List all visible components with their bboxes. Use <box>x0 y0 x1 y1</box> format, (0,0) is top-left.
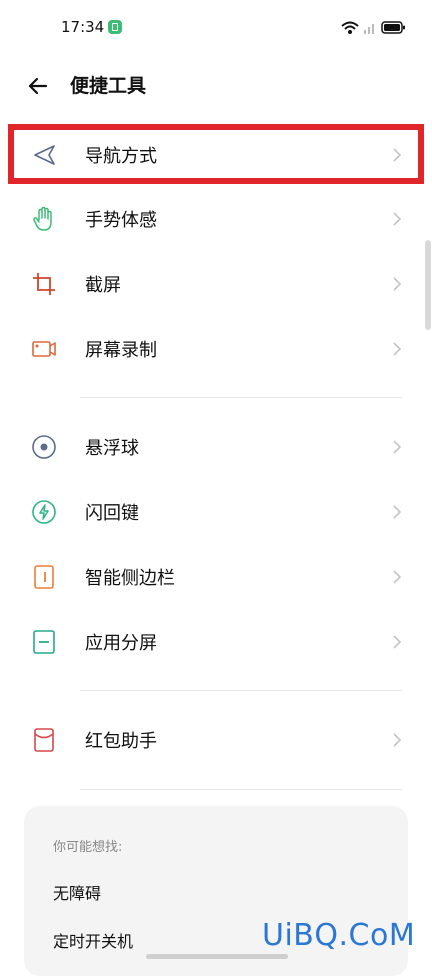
list-item-screen-record[interactable]: 屏幕录制 <box>0 317 432 381</box>
suggestion-title: 你可能想找: <box>53 840 123 855</box>
chevron-right-icon <box>393 277 402 291</box>
list-item-label: 红包助手 <box>85 731 157 752</box>
home-indicator[interactable] <box>146 954 288 959</box>
list-item-label: 截屏 <box>85 275 121 296</box>
navigation-arrow-icon <box>34 145 55 165</box>
status-bar: 17:34 <box>0 0 432 56</box>
list-item-label: 应用分屏 <box>85 633 157 654</box>
chevron-right-icon <box>393 212 402 226</box>
list-item-label: 手势体感 <box>85 210 157 231</box>
list-item-floating-ball[interactable]: 悬浮球 <box>0 415 432 479</box>
hand-gesture-icon <box>33 206 52 231</box>
chevron-right-icon <box>393 342 402 356</box>
page-header: 便捷工具 <box>0 56 432 116</box>
app-notification-icon <box>108 20 122 34</box>
chevron-right-icon <box>393 570 402 584</box>
section-divider <box>80 789 402 790</box>
list-item-red-envelope[interactable]: 红包助手 <box>0 708 432 772</box>
chevron-right-icon <box>393 440 402 454</box>
floating-ball-icon <box>32 435 56 459</box>
wifi-icon <box>341 21 359 34</box>
list-item-label: 闪回键 <box>85 503 139 524</box>
status-icons <box>341 21 405 34</box>
watermark: UiBQ.CoM <box>262 918 416 953</box>
chevron-right-icon <box>393 733 402 747</box>
chevron-right-icon <box>393 148 402 162</box>
suggestion-item-scheduled-power[interactable]: 定时开关机 <box>53 928 133 952</box>
list-item-label: 悬浮球 <box>85 438 139 459</box>
chevron-right-icon <box>393 635 402 649</box>
list-item-smart-sidebar[interactable]: 智能侧边栏 <box>0 545 432 609</box>
flashback-bolt-icon <box>32 500 56 524</box>
list-item-label: 导航方式 <box>85 146 157 167</box>
back-arrow-icon[interactable] <box>22 70 54 102</box>
list-item-label: 屏幕录制 <box>85 340 157 361</box>
list-item-navigation[interactable]: 导航方式 <box>0 123 432 187</box>
list-item-split-screen[interactable]: 应用分屏 <box>0 610 432 674</box>
red-envelope-icon <box>34 728 54 752</box>
section-divider <box>80 397 402 398</box>
scrollbar[interactable] <box>425 240 431 330</box>
signal-icon <box>364 24 374 34</box>
list-item-flashback[interactable]: 闪回键 <box>0 480 432 544</box>
list-item-screenshot[interactable]: 截屏 <box>0 252 432 316</box>
chevron-right-icon <box>393 505 402 519</box>
section-divider <box>80 690 402 691</box>
list-item-gesture[interactable]: 手势体感 <box>0 187 432 251</box>
suggestion-item-accessibility[interactable]: 无障碍 <box>53 880 101 904</box>
smart-sidebar-icon <box>34 565 54 589</box>
status-time: 17:34 <box>61 18 105 36</box>
page-title: 便捷工具 <box>70 75 147 97</box>
split-screen-icon <box>33 630 55 654</box>
crop-screenshot-icon <box>33 273 55 295</box>
battery-icon <box>381 21 405 34</box>
list-item-label: 智能侧边栏 <box>85 568 175 589</box>
screen-record-icon <box>32 341 56 357</box>
